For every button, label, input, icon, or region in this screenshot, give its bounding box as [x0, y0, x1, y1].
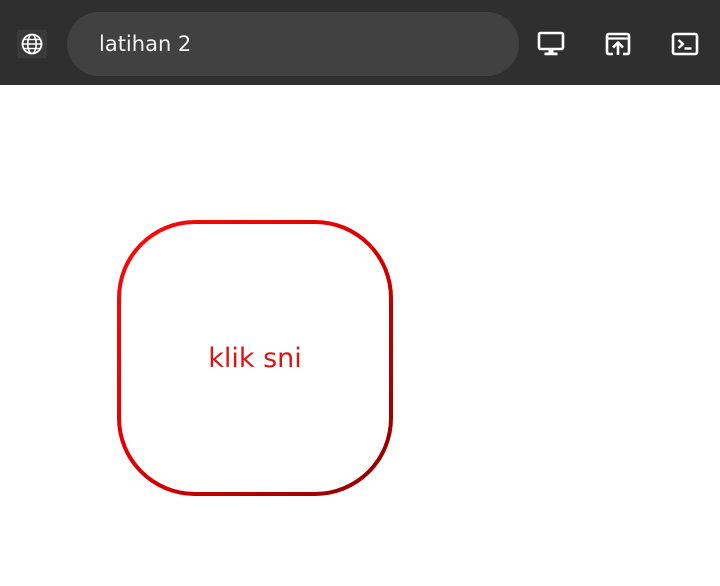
- open-in-new-window-icon[interactable]: [604, 30, 632, 58]
- klik-sni-label: klik sni: [208, 342, 302, 374]
- terminal-icon[interactable]: [671, 30, 699, 58]
- globe-icon[interactable]: [17, 30, 47, 58]
- open-in-new-window-icon-graphic: [605, 32, 631, 56]
- monitor-icon[interactable]: [537, 30, 565, 58]
- klik-sni-button[interactable]: klik sni: [117, 220, 393, 496]
- address-text: latihan 2: [99, 32, 192, 56]
- address-bar[interactable]: latihan 2: [67, 12, 519, 76]
- browser-toolbar: latihan 2: [0, 0, 720, 85]
- terminal-icon-graphic: [671, 32, 699, 56]
- page-content: klik sni: [0, 85, 720, 586]
- monitor-icon-graphic: [537, 31, 565, 56]
- globe-icon-graphic: [21, 33, 43, 55]
